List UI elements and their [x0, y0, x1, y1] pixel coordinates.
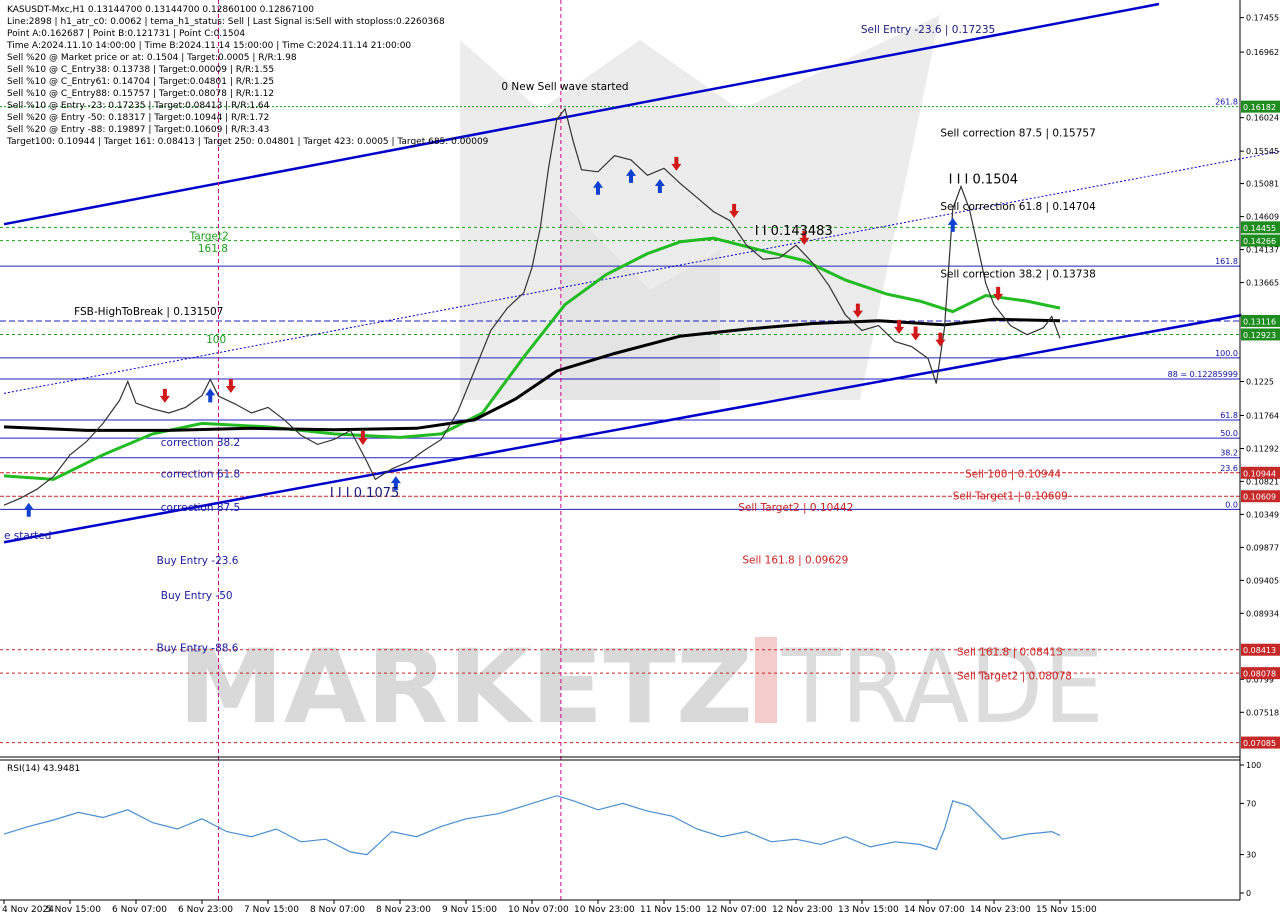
chart-annotation: Buy Entry -23.6 — [157, 555, 239, 567]
chart-annotation: Sell 161.8 | 0.09629 — [742, 554, 848, 566]
price-level-label: 161.8 — [1215, 257, 1238, 266]
rsi-tick-label: 70 — [1246, 799, 1256, 808]
price-level-box-label: 0.14266 — [1243, 237, 1276, 246]
chart-annotation: Sell Target2 | 0.10442 — [738, 502, 853, 514]
info-line: Sell %10 @ Entry -23: 0.17235 | Target:0… — [7, 101, 270, 111]
watermark-left-text: MARKETZ — [178, 628, 753, 747]
price-tick-label: 0.14137 — [1246, 246, 1279, 255]
price-level-box-label: 0.08078 — [1243, 670, 1276, 679]
price-tick-label: 0.16962 — [1246, 48, 1279, 57]
chart-annotation: Sell Target1 | 0.10609 — [953, 491, 1068, 503]
price-level-label: 23.6 — [1220, 464, 1238, 473]
price-level-box-label: 0.14455 — [1243, 224, 1276, 233]
price-level-label: 261.8 — [1215, 98, 1238, 107]
time-tick-label: 13 Nov 15:00 — [838, 905, 899, 915]
chart-annotation: I I 0.143483 — [755, 224, 833, 239]
price-level-box-label: 0.07085 — [1243, 739, 1276, 748]
price-tick-label: 0.09877 — [1246, 543, 1279, 552]
price-tick-label: 0.11292 — [1246, 444, 1279, 453]
price-tick-label: 0.10349 — [1246, 510, 1279, 519]
price-level-box-label: 0.08413 — [1243, 646, 1276, 655]
time-tick-label: 14 Nov 07:00 — [904, 905, 965, 915]
time-tick-label: 5 Nov 15:00 — [46, 905, 101, 915]
info-line: KASUSDT-Mxc,H1 0.13144700 0.13144700 0.1… — [7, 5, 314, 15]
price-level-label: 38.2 — [1220, 449, 1238, 458]
chart-annotation: Sell correction 38.2 | 0.13738 — [940, 268, 1095, 280]
info-line: Sell %20 @ Entry -88: 0.19897 | Target:0… — [7, 125, 269, 135]
chart-annotation: Buy Entry -88.6 — [157, 642, 239, 654]
info-line: Sell %20 @ Market price or at: 0.1504 | … — [7, 53, 297, 63]
chart-annotation: FSB-HighToBreak | 0.131507 — [74, 306, 223, 318]
time-tick-label: 10 Nov 07:00 — [508, 905, 569, 915]
info-line: Target100: 0.10944 | Target 161: 0.08413… — [6, 137, 489, 147]
rsi-tick-label: 0 — [1246, 889, 1251, 898]
price-tick-label: 0.13665 — [1246, 279, 1279, 288]
rsi-label: RSI(14) 43.9481 — [7, 764, 80, 774]
chart-annotation: Sell Entry -23.6 | 0.17235 — [861, 24, 995, 36]
price-level-label: 50.0 — [1220, 429, 1238, 438]
info-line: Point A:0.162687 | Point B:0.121731 | Po… — [7, 29, 245, 39]
time-tick-label: 6 Nov 23:00 — [178, 905, 233, 915]
info-line: Sell %10 @ C_Entry61: 0.14704 | Target:0… — [7, 77, 274, 87]
price-tick-label: 0.15081 — [1246, 180, 1279, 189]
time-tick-label: 8 Nov 23:00 — [376, 905, 431, 915]
rsi-tick-label: 30 — [1246, 851, 1256, 860]
info-line: Sell %10 @ C_Entry88: 0.15757 | Target:0… — [7, 89, 274, 99]
chart-annotation: correction 61.8 — [161, 468, 240, 480]
info-line: Time A:2024.11.10 14:00:00 | Time B:2024… — [6, 41, 411, 51]
time-tick-label: 14 Nov 23:00 — [970, 905, 1031, 915]
chart-annotation: 161.8 — [198, 243, 228, 255]
price-tick-label: 0.14609 — [1246, 213, 1279, 222]
price-tick-label: 0.08934 — [1246, 609, 1279, 618]
price-tick-label: 0.11764 — [1246, 411, 1279, 420]
time-tick-label: 10 Nov 23:00 — [574, 905, 635, 915]
time-tick-label: 8 Nov 07:00 — [310, 905, 365, 915]
time-tick-label: 15 Nov 15:00 — [1036, 905, 1097, 915]
price-level-label: 88 = 0.12285999 — [1168, 370, 1238, 379]
price-tick-label: 0.17455 — [1246, 14, 1279, 23]
price-level-box-label: 0.12923 — [1243, 331, 1276, 340]
time-tick-label: 11 Nov 15:00 — [640, 905, 701, 915]
time-tick-label: 9 Nov 15:00 — [442, 905, 497, 915]
time-tick-label: 7 Nov 15:00 — [244, 905, 299, 915]
chart-annotation: Sell Target2 | 0.08078 — [957, 670, 1072, 682]
time-tick-label: 12 Nov 23:00 — [772, 905, 833, 915]
rsi-tick-label: 100 — [1246, 761, 1261, 770]
chart-annotation: Sell correction 61.8 | 0.14704 — [940, 201, 1096, 213]
time-tick-label: 6 Nov 07:00 — [112, 905, 167, 915]
chart-annotation: Sell 161.8 | 0.08413 — [957, 647, 1063, 659]
chart-annotation: e started — [4, 530, 51, 542]
info-line: Line:2898 | h1_atr_c0: 0.0062 | tema_h1_… — [7, 17, 445, 27]
chart-annotation: 100 — [206, 334, 226, 346]
price-tick-label: 0.16024 — [1246, 114, 1279, 123]
price-level-box-label: 0.10944 — [1243, 469, 1276, 478]
price-level-box-label: 0.10609 — [1243, 493, 1276, 502]
info-line: Sell %20 @ Entry -50: 0.18317 | Target:0… — [7, 113, 269, 123]
price-chart[interactable]: MARKETZ TRADE 261.8161.8100.088 = 0.1228… — [0, 0, 1280, 920]
info-line: Sell %10 @ C_Entry38: 0.13738 | Target:0… — [7, 65, 274, 75]
chart-annotation: correction 38.2 — [161, 437, 240, 449]
price-tick-label: 0.07518 — [1246, 708, 1279, 717]
price-level-label: 0.0 — [1225, 500, 1238, 509]
chart-annotation: correction 87.5 — [161, 502, 240, 514]
chart-annotation: I I I 0.1075 — [330, 486, 399, 501]
price-level-box-label: 0.16182 — [1243, 103, 1276, 112]
price-tick-label: 0.09405 — [1246, 576, 1279, 585]
price-level-label: 100.0 — [1215, 349, 1238, 358]
chart-annotation: Sell 100 | 0.10944 — [965, 468, 1061, 480]
price-tick-label: 0.1225 — [1246, 377, 1274, 386]
chart-annotation: 0 New Sell wave started — [501, 81, 628, 93]
price-tick-label: 0.15545 — [1246, 147, 1279, 156]
chart-annotation: Target2 — [189, 231, 229, 243]
price-level-box-label: 0.13116 — [1243, 317, 1276, 326]
chart-annotation: I I I 0.1504 — [949, 173, 1018, 188]
chart-annotation: Buy Entry -50 — [161, 590, 233, 602]
chart-annotation: Sell correction 87.5 | 0.15757 — [940, 127, 1095, 139]
time-tick-label: 12 Nov 07:00 — [706, 905, 767, 915]
price-level-label: 61.8 — [1220, 411, 1238, 420]
